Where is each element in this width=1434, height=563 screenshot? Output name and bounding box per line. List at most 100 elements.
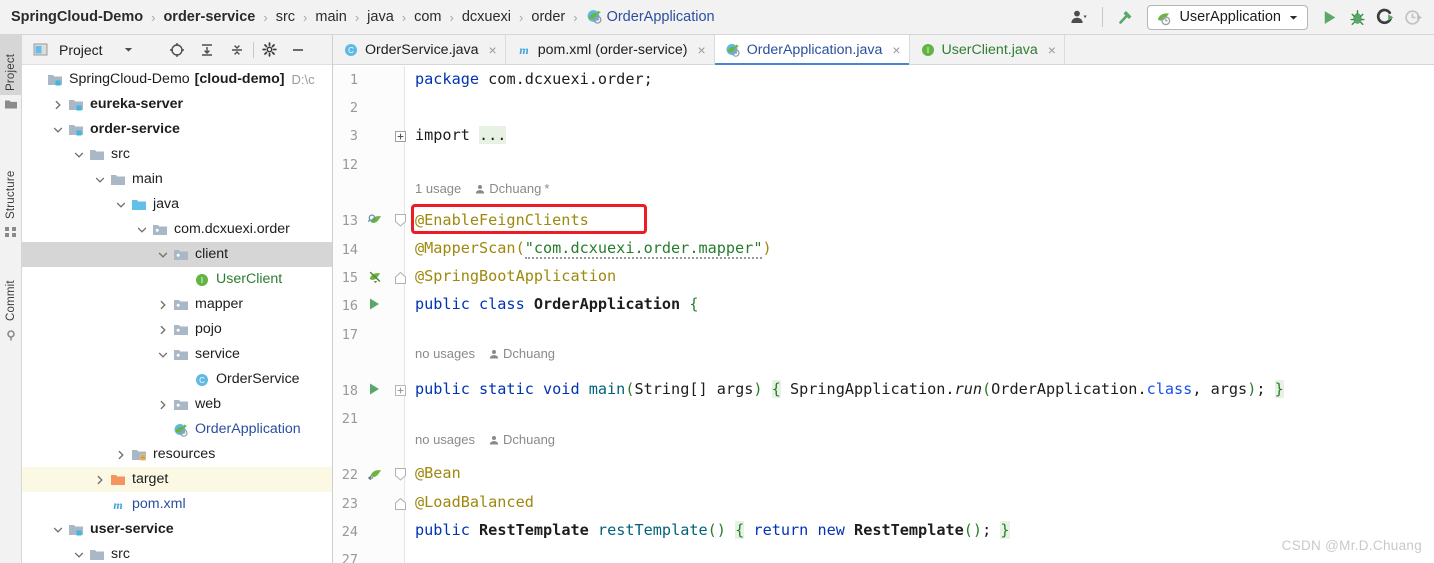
close-icon[interactable]: × (489, 42, 497, 58)
tree-arrow[interactable] (154, 242, 171, 267)
tree-node-service[interactable]: service (22, 342, 332, 367)
tree-node-order-service[interactable]: order-service (22, 117, 332, 142)
tree-arrow[interactable] (49, 517, 66, 542)
excluded-folder-icon (108, 467, 128, 492)
debug-bug-icon[interactable] (1344, 4, 1370, 30)
tree-arrow[interactable] (154, 392, 171, 417)
spring-bean-gutter-icon[interactable] (367, 466, 383, 482)
close-icon[interactable]: × (698, 42, 706, 58)
editor-tab-pom-xml-order-service-[interactable]: m pom.xml (order-service) × (506, 35, 715, 64)
tree-node-userclient[interactable]: I UserClient (22, 267, 332, 292)
run-method-gutter-icon[interactable] (367, 382, 383, 398)
rail-item-structure[interactable]: Structure (0, 153, 22, 223)
rail-item-commit[interactable]: Commit (0, 263, 22, 325)
tree-arrow[interactable] (112, 192, 129, 217)
run-configuration-selector[interactable]: UserApplication (1147, 4, 1308, 30)
author-name[interactable]: Dchuang (503, 432, 555, 447)
rail-item-label: Structure (5, 170, 17, 219)
tree-node-java[interactable]: java (22, 192, 332, 217)
editor-tab-orderservice-java[interactable]: C OrderService.java × (333, 35, 506, 64)
code-line-3[interactable]: import ... (415, 126, 507, 144)
tree-node-main[interactable]: main (22, 167, 332, 192)
usage-count[interactable]: no usages (415, 346, 475, 361)
source-folder-icon (129, 192, 149, 217)
tree-node-resources[interactable]: resources (22, 442, 332, 467)
breadcrumb-item-com[interactable]: com (413, 0, 442, 35)
tree-node-pom-xml[interactable]: m pom.xml (22, 492, 332, 517)
run-with-coverage-icon[interactable] (1372, 4, 1398, 30)
run-class-gutter-icon[interactable] (367, 297, 383, 313)
package-icon (171, 242, 191, 267)
breadcrumb-item-dcxuexi[interactable]: dcxuexi (461, 0, 512, 35)
tree-arrow[interactable] (154, 342, 171, 367)
tree-arrow[interactable] (154, 317, 171, 342)
author-name[interactable]: Dchuang (489, 181, 541, 196)
tree-node-springcloud-demo[interactable]: SpringCloud-Demo [cloud-demo] D:\c (22, 67, 332, 92)
close-icon[interactable]: × (892, 42, 900, 58)
tree-node-orderapplication[interactable]: OrderApplication (22, 417, 332, 442)
tree-node-client[interactable]: client (22, 242, 332, 267)
tree-node-src[interactable]: src (22, 542, 332, 562)
breadcrumb-item-orderapplication[interactable]: OrderApplication (585, 0, 716, 35)
code-hint-usages[interactable]: no usages Dchuang (415, 346, 555, 361)
settings-gear-icon[interactable] (258, 38, 282, 62)
spring-bean-search-icon[interactable] (367, 212, 383, 228)
tree-arrow[interactable] (154, 292, 171, 317)
interface-icon: I (921, 43, 934, 56)
project-tree[interactable]: SpringCloud-Demo [cloud-demo] D:\c eureka-s… (22, 65, 332, 562)
tree-node-pojo[interactable]: pojo (22, 317, 332, 342)
locate-file-icon[interactable] (165, 38, 189, 62)
spring-boot-config-icon[interactable] (367, 269, 383, 285)
tree-node-target[interactable]: target (22, 467, 332, 492)
tree-arrow[interactable] (91, 167, 108, 192)
tree-arrow[interactable] (49, 117, 66, 142)
hide-minimize-icon[interactable] (286, 38, 310, 62)
expand-all-icon[interactable] (195, 38, 219, 62)
run-play-icon[interactable] (1316, 4, 1342, 30)
breadcrumb-item-order-service[interactable]: order-service (162, 0, 256, 35)
code-hint-usages[interactable]: 1 usage Dchuang * (415, 181, 549, 196)
tree-arrow[interactable] (133, 217, 150, 242)
breadcrumb[interactable]: SpringCloud-Demo › order-service › src › main ›… (0, 0, 716, 34)
profiler-icon[interactable] (1400, 4, 1426, 30)
tree-node-user-service[interactable]: user-service (22, 517, 332, 542)
user-account-icon[interactable] (1066, 4, 1092, 30)
breadcrumb-item-order[interactable]: order (530, 0, 566, 35)
editor-tab-bar[interactable]: C OrderService.java × m pom.xml (order-servi… (333, 35, 1434, 65)
rail-item-project[interactable]: Project (0, 35, 22, 95)
breadcrumb-separator: › (401, 9, 407, 25)
tree-arrow[interactable] (112, 442, 129, 467)
tree-node-src[interactable]: src (22, 142, 332, 167)
author-name[interactable]: Dchuang (503, 346, 555, 361)
chevron-down-icon[interactable] (117, 38, 141, 62)
collapse-all-icon[interactable] (225, 38, 249, 62)
editor-vertical-scrollbar[interactable] (1422, 66, 1434, 563)
editor-tab-orderapplication-java[interactable]: OrderApplication.java × (714, 35, 910, 65)
breadcrumb-item-java[interactable]: java (366, 0, 395, 35)
editor-gutter[interactable]: 1 2 3 12 13 14 15 16 17 18 21 22 23 24 2… (333, 66, 406, 563)
editor-tab-userclient-java[interactable]: I UserClient.java × (910, 35, 1065, 64)
tree-arrow[interactable] (70, 142, 87, 167)
tree-arrow[interactable] (91, 467, 108, 492)
code-editor[interactable]: 1 2 3 12 13 14 15 16 17 18 21 22 23 24 2… (333, 66, 1434, 563)
spring-boot-class-icon (726, 43, 740, 57)
breadcrumb-item-src[interactable]: src (275, 0, 296, 35)
tree-node-eureka-server[interactable]: eureka-server (22, 92, 332, 117)
chevron-right-icon (160, 400, 166, 409)
tree-node-orderservice[interactable]: C OrderService (22, 367, 332, 392)
line-number: 16 (341, 298, 358, 314)
usage-count[interactable]: 1 usage (415, 181, 461, 196)
tree-arrow[interactable] (49, 92, 66, 117)
usage-count[interactable]: no usages (415, 432, 475, 447)
breadcrumb-item-springcloud-demo[interactable]: SpringCloud-Demo (10, 0, 144, 35)
breadcrumb-item-main[interactable]: main (314, 0, 347, 35)
tree-node-com-dcxuexi-order[interactable]: com.dcxuexi.order (22, 217, 332, 242)
tree-node-web[interactable]: web (22, 392, 332, 417)
breadcrumb-separator: › (263, 9, 268, 25)
code-hint-usages[interactable]: no usages Dchuang (415, 432, 555, 447)
tree-node-mapper[interactable]: mapper (22, 292, 332, 317)
hammer-build-icon[interactable] (1113, 4, 1139, 30)
tree-arrow[interactable] (70, 542, 87, 562)
close-icon[interactable]: × (1048, 42, 1056, 58)
code-text[interactable]: package com.dcxuexi.order; import ... 1 … (405, 66, 1434, 563)
